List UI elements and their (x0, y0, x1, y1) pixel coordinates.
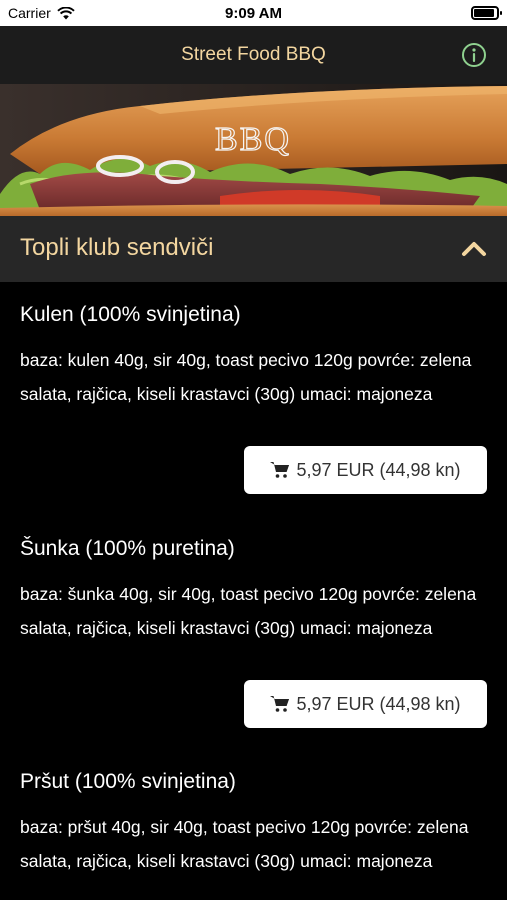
battery-icon (471, 6, 502, 20)
status-bar: Carrier 9:09 AM (0, 0, 507, 26)
info-icon[interactable] (461, 42, 487, 68)
section-title: Topli klub sendviči (20, 234, 214, 261)
item-name: Kulen (100% svinjetina) (20, 303, 241, 326)
item-description: baza: šunka 40g, sir 40g, toast pecivo 1… (20, 584, 477, 638)
item-price: 5,97 EUR (44,98 kn) (296, 459, 461, 480)
item-name: Pršut (100% svinjetina) (20, 770, 236, 793)
svg-text:BBQ: BBQ (215, 121, 291, 158)
item-description: baza: pršut 40g, sir 40g, toast pecivo 1… (20, 817, 469, 871)
bbq-logo: BBQ (214, 120, 291, 158)
section-header-topli-klub-sendvici[interactable]: Topli klub sendviči (0, 216, 507, 282)
status-time: 9:09 AM (225, 5, 282, 22)
sandwich-illustration: BBQ (0, 84, 507, 216)
add-to-cart-button[interactable]: 5,97 EUR (44,98 kn) (244, 446, 487, 494)
item-price: 5,97 EUR (44,98 kn) (296, 693, 461, 714)
cart-icon (270, 462, 290, 478)
cart-icon (270, 696, 290, 712)
chevron-up-icon[interactable] (461, 238, 487, 258)
item-description: baza: kulen 40g, sir 40g, toast pecivo 1… (20, 350, 472, 404)
add-to-cart-button[interactable]: 5,97 EUR (44,98 kn) (244, 680, 487, 728)
page-title: Street Food BBQ (181, 44, 326, 65)
hero-image: BBQ (0, 84, 507, 216)
item-name: Šunka (100% puretina) (20, 537, 235, 560)
nav-bar: Street Food BBQ (0, 26, 507, 84)
